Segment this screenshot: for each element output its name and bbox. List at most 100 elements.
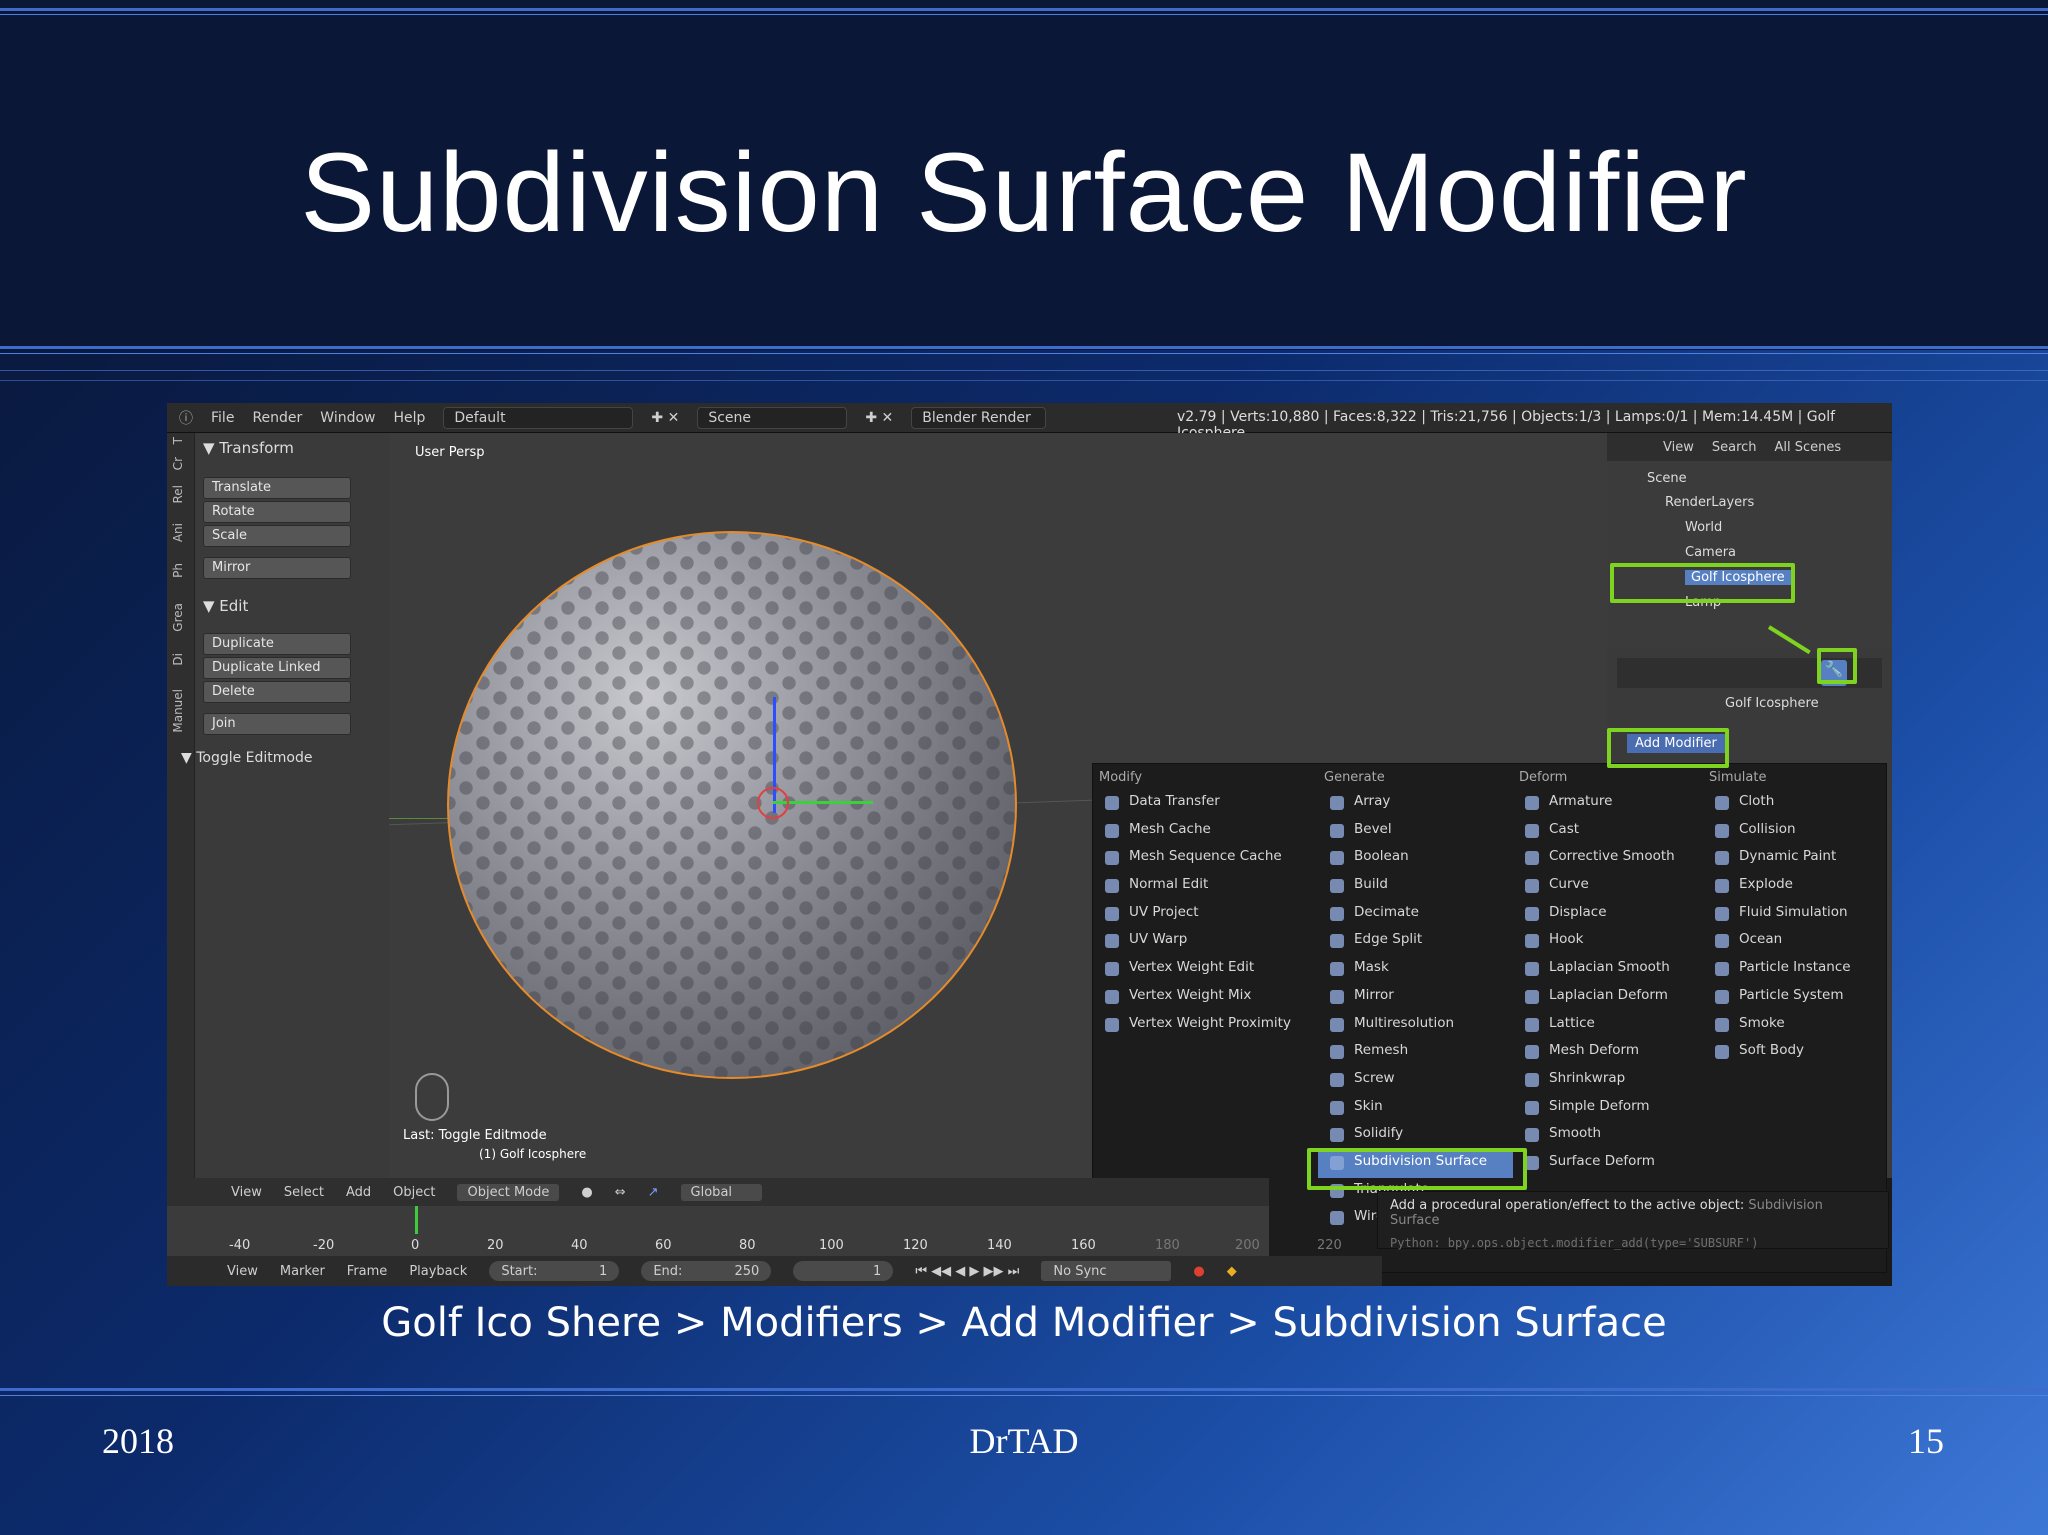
menu-item[interactable]: Smoke: [1703, 1012, 1888, 1040]
menu-item[interactable]: Dynamic Paint: [1703, 845, 1888, 873]
join-button[interactable]: Join: [203, 713, 351, 735]
toggle-editmode-header[interactable]: ▼ Toggle Editmode: [181, 750, 313, 766]
outliner-scene[interactable]: Scene: [1647, 471, 1687, 486]
add-scene-icon[interactable]: ✚ ✕: [865, 410, 893, 426]
scale-button[interactable]: Scale: [203, 525, 351, 547]
menu-item[interactable]: Data Transfer: [1093, 790, 1318, 818]
outliner-all-scenes[interactable]: All Scenes: [1775, 440, 1842, 455]
menu-item[interactable]: Particle Instance: [1703, 956, 1888, 984]
start-frame-field[interactable]: Start: 1: [489, 1261, 620, 1281]
menu-item[interactable]: Cast: [1513, 818, 1703, 846]
translate-button[interactable]: Translate: [203, 477, 351, 499]
menu-item[interactable]: Mesh Cache: [1093, 818, 1318, 846]
tab-animation[interactable]: Ani: [171, 523, 185, 542]
tab-manuel[interactable]: Manuel: [171, 689, 185, 733]
playback-controls-icon[interactable]: ⏮ ◀◀ ◀ ▶ ▶▶ ⏭: [915, 1264, 1019, 1279]
menu-item[interactable]: Smooth: [1513, 1122, 1703, 1150]
menu-item[interactable]: Boolean: [1318, 845, 1513, 873]
current-frame-field[interactable]: 1: [793, 1261, 894, 1281]
scene-selector[interactable]: Scene: [697, 406, 848, 429]
orientation-selector[interactable]: Global: [680, 1183, 763, 1201]
golf-icosphere-object[interactable]: [447, 531, 1017, 1079]
menu-item[interactable]: Collision: [1703, 818, 1888, 846]
tab-grease-pencil[interactable]: Grea: [171, 603, 185, 632]
menu-window[interactable]: Window: [320, 410, 375, 426]
vp-select-menu[interactable]: Select: [284, 1185, 324, 1200]
menu-item[interactable]: Vertex Weight Edit: [1093, 956, 1318, 984]
menu-item[interactable]: UV Project: [1093, 901, 1318, 929]
tl-marker-menu[interactable]: Marker: [280, 1264, 325, 1279]
vp-add-menu[interactable]: Add: [346, 1185, 371, 1200]
outliner-renderlayers[interactable]: RenderLayers: [1665, 495, 1754, 510]
menu-item[interactable]: Edge Split: [1318, 928, 1513, 956]
outliner-search[interactable]: Search: [1712, 440, 1757, 455]
manipulator-icon[interactable]: ↗: [648, 1185, 659, 1200]
menu-render[interactable]: Render: [252, 410, 302, 426]
menu-item[interactable]: Screw: [1318, 1067, 1513, 1095]
rotate-button[interactable]: Rotate: [203, 501, 351, 523]
record-icon[interactable]: ●: [1193, 1264, 1204, 1279]
menu-item[interactable]: Multiresolution: [1318, 1012, 1513, 1040]
menu-item[interactable]: Hook: [1513, 928, 1703, 956]
menu-item[interactable]: Simple Deform: [1513, 1095, 1703, 1123]
info-icon[interactable]: ⓘ: [179, 408, 193, 428]
menu-item[interactable]: Mesh Deform: [1513, 1039, 1703, 1067]
duplicate-linked-button[interactable]: Duplicate Linked: [203, 657, 351, 679]
tl-view-menu[interactable]: View: [227, 1264, 258, 1279]
tab-create[interactable]: Cr: [171, 457, 185, 470]
tab-relations[interactable]: Rel: [171, 485, 185, 504]
menu-item[interactable]: Vertex Weight Mix: [1093, 984, 1318, 1012]
outliner-camera[interactable]: Camera: [1685, 545, 1736, 560]
menu-item[interactable]: Mesh Sequence Cache: [1093, 845, 1318, 873]
menu-item[interactable]: Vertex Weight Proximity: [1093, 1012, 1318, 1040]
menu-item[interactable]: Curve: [1513, 873, 1703, 901]
menu-help[interactable]: Help: [393, 410, 425, 426]
sync-selector[interactable]: No Sync: [1041, 1261, 1172, 1281]
menu-item[interactable]: Fluid Simulation: [1703, 901, 1888, 929]
menu-item[interactable]: Mirror: [1318, 984, 1513, 1012]
engine-selector[interactable]: Blender Render: [911, 406, 1047, 429]
add-layout-icon[interactable]: ✚ ✕: [651, 410, 679, 426]
menu-item[interactable]: Surface Deform: [1513, 1150, 1703, 1178]
timeline[interactable]: -40 -20 0 20 40 60 80 100 120 140 160 18…: [167, 1206, 1342, 1256]
menu-item[interactable]: Soft Body: [1703, 1039, 1888, 1067]
menu-item[interactable]: Skin: [1318, 1095, 1513, 1123]
menu-item[interactable]: Decimate: [1318, 901, 1513, 929]
mirror-button[interactable]: Mirror: [203, 557, 351, 579]
menu-item[interactable]: Laplacian Smooth: [1513, 956, 1703, 984]
menu-item[interactable]: Displace: [1513, 901, 1703, 929]
3d-cursor-icon[interactable]: [757, 787, 789, 819]
menu-item[interactable]: Remesh: [1318, 1039, 1513, 1067]
menu-item[interactable]: UV Warp: [1093, 928, 1318, 956]
tl-frame-menu[interactable]: Frame: [347, 1264, 388, 1279]
menu-item[interactable]: Ocean: [1703, 928, 1888, 956]
transform-panel-header[interactable]: ▼ Transform: [203, 439, 294, 457]
menu-item[interactable]: Shrinkwrap: [1513, 1067, 1703, 1095]
current-frame-marker[interactable]: [415, 1206, 418, 1234]
menu-item[interactable]: Build: [1318, 873, 1513, 901]
shading-icon[interactable]: ●: [581, 1185, 592, 1200]
menu-item[interactable]: Solidify: [1318, 1122, 1513, 1150]
menu-item[interactable]: Explode: [1703, 873, 1888, 901]
delete-button[interactable]: Delete: [203, 681, 351, 703]
menu-item[interactable]: Corrective Smooth: [1513, 845, 1703, 873]
vp-view-menu[interactable]: View: [231, 1185, 262, 1200]
tab-physics[interactable]: Ph: [171, 563, 185, 578]
menu-item[interactable]: Mask: [1318, 956, 1513, 984]
tl-playback-menu[interactable]: Playback: [409, 1264, 467, 1279]
tab-display[interactable]: Di: [171, 653, 185, 666]
menu-item[interactable]: Lattice: [1513, 1012, 1703, 1040]
tab-tools[interactable]: T: [171, 437, 185, 444]
menu-item[interactable]: Array: [1318, 790, 1513, 818]
layout-selector[interactable]: Default: [443, 406, 634, 429]
edit-panel-header[interactable]: ▼ Edit: [203, 597, 248, 615]
menu-item[interactable]: Bevel: [1318, 818, 1513, 846]
outliner-world[interactable]: World: [1685, 520, 1722, 535]
mode-selector[interactable]: Object Mode: [457, 1183, 560, 1201]
menu-item[interactable]: Armature: [1513, 790, 1703, 818]
menu-item[interactable]: Laplacian Deform: [1513, 984, 1703, 1012]
end-frame-field[interactable]: End: 250: [641, 1261, 772, 1281]
menu-item[interactable]: Particle System: [1703, 984, 1888, 1012]
vp-object-menu[interactable]: Object: [393, 1185, 435, 1200]
menu-item[interactable]: Cloth: [1703, 790, 1888, 818]
